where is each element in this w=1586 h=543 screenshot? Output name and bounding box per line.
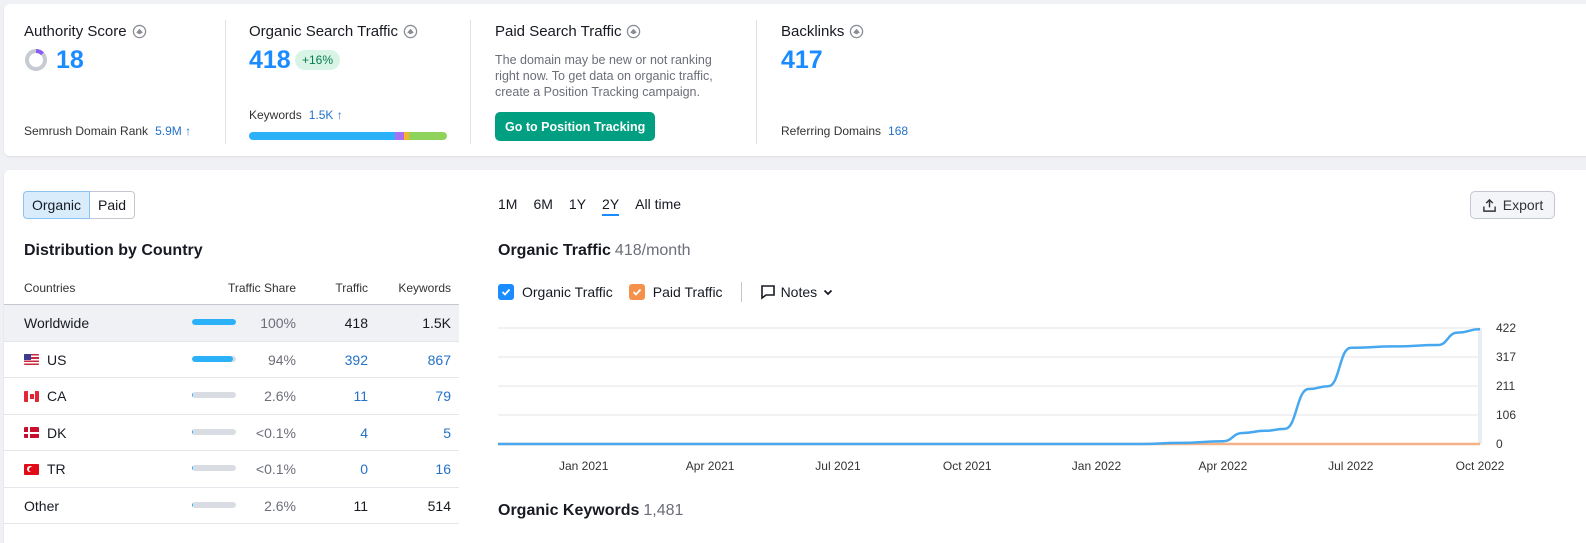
- organic-traffic-value[interactable]: 418: [249, 46, 291, 75]
- y-tick-label: 0: [1496, 437, 1503, 451]
- authority-score-value[interactable]: 18: [56, 46, 84, 75]
- authority-score-title: Authority Score: [24, 23, 127, 40]
- hover-marker: [1478, 328, 1482, 444]
- x-tick-label: Jan 2021: [559, 459, 609, 473]
- organic-keywords-subtitle: 1,481: [643, 502, 684, 519]
- referring-domains-label: Referring Domains: [781, 124, 882, 138]
- x-tick-label: Oct 2022: [1456, 459, 1505, 473]
- x-tick-label: Apr 2021: [686, 459, 735, 473]
- go-to-position-tracking-button[interactable]: Go to Position Tracking: [495, 112, 656, 141]
- x-tick-label: Jul 2022: [1328, 459, 1374, 473]
- y-tick-label: 211: [1496, 379, 1515, 393]
- intent-segment-transactional: [409, 132, 447, 140]
- arrow-up-icon: ↑: [336, 108, 343, 122]
- authority-donut-icon: [25, 49, 47, 71]
- y-tick-label: 422: [1496, 321, 1516, 335]
- share-bar: [192, 501, 236, 508]
- keywords-intent-bar[interactable]: [249, 132, 447, 140]
- domain-rank-label: Semrush Domain Rank: [24, 124, 149, 138]
- keywords-label: Keywords: [249, 108, 302, 122]
- paid-traffic-title-row: Paid Search Traffic: [495, 23, 641, 40]
- backlinks-value[interactable]: 417: [781, 46, 823, 75]
- authority-score-widget: Authority Score 18 Semrush Domain Rank 5…: [24, 4, 224, 156]
- referring-domains-value[interactable]: 168: [888, 124, 908, 138]
- organic-traffic-title: Organic Search Traffic: [249, 23, 398, 40]
- organic-traffic-chart[interactable]: 422 317 211 106 0 Jan 2021 Apr 2021 Jul 2021 Oct…: [4, 170, 1586, 500]
- domain-rank-row: Semrush Domain Rank 5.9M ↑: [24, 124, 191, 138]
- summary-card: Authority Score 18 Semrush Domain Rank 5…: [4, 4, 1586, 156]
- growth-badge: +16%: [295, 50, 341, 70]
- keywords-value[interactable]: 1.5K ↑: [309, 108, 343, 122]
- info-icon[interactable]: [132, 24, 147, 39]
- y-tick-label: 317: [1496, 350, 1516, 364]
- share-bar-fill: [192, 501, 194, 508]
- divider: [470, 20, 471, 144]
- intent-segment-navigational: [395, 132, 404, 140]
- organic-keywords-title-row: Organic Keywords 1,481: [498, 502, 683, 520]
- info-icon[interactable]: [849, 24, 864, 39]
- y-tick-label: 106: [1496, 408, 1516, 422]
- backlinks-title: Backlinks: [781, 23, 845, 40]
- organic-traffic-title-row: Organic Search Traffic: [249, 23, 418, 40]
- intent-segment-informational: [249, 132, 395, 140]
- backlinks-title-row: Backlinks: [781, 23, 864, 40]
- x-tick-label: Apr 2022: [1199, 459, 1248, 473]
- info-icon[interactable]: [626, 24, 641, 39]
- paid-traffic-title: Paid Search Traffic: [495, 23, 622, 40]
- organic-traffic-widget: Organic Search Traffic 418 +16% Keywords…: [249, 4, 459, 156]
- divider: [225, 20, 226, 144]
- x-tick-label: Oct 2021: [943, 459, 992, 473]
- divider: [756, 20, 757, 144]
- keywords-row: Keywords 1.5K ↑: [249, 108, 343, 122]
- x-tick-label: Jan 2022: [1072, 459, 1122, 473]
- domain-rank-value[interactable]: 5.9M ↑: [155, 124, 191, 138]
- traffic-overview-card: Organic Paid Distribution by Country Cou…: [4, 170, 1586, 543]
- paid-traffic-widget: Paid Search Traffic The domain may be ne…: [495, 4, 755, 156]
- referring-domains-row: Referring Domains 168: [781, 124, 908, 138]
- paid-traffic-description: The domain may be new or not ranking rig…: [495, 53, 713, 99]
- x-tick-label: Jul 2021: [815, 459, 861, 473]
- arrow-up-icon: ↑: [185, 124, 192, 138]
- info-icon[interactable]: [403, 24, 418, 39]
- authority-score-title-row: Authority Score: [24, 23, 147, 40]
- backlinks-widget: Backlinks 417 Referring Domains 168: [781, 4, 1001, 156]
- organic-keywords-title: Organic Keywords: [498, 502, 640, 519]
- organic-traffic-line: [497, 327, 1481, 446]
